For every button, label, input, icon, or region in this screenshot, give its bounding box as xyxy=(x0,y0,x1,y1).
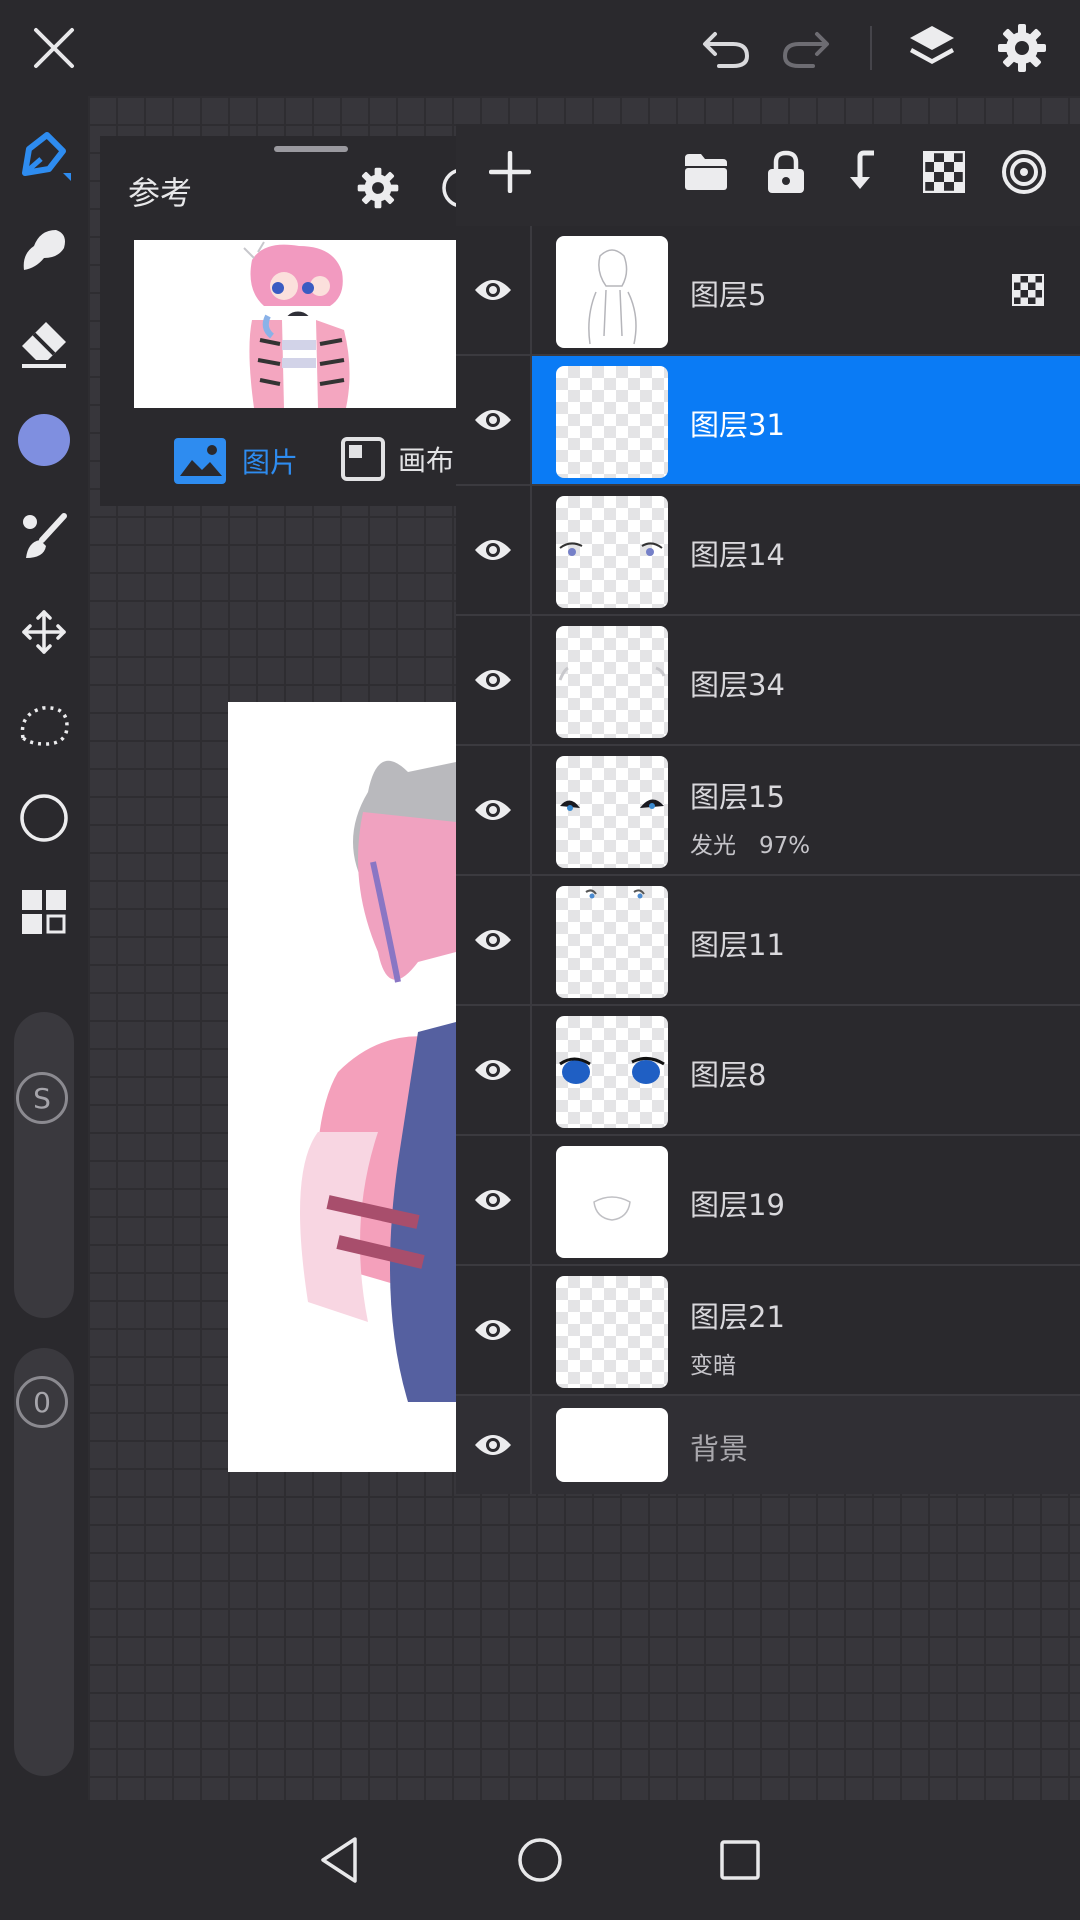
reference-tab-canvas[interactable]: 画布 xyxy=(340,436,454,482)
visibility-eye-icon[interactable] xyxy=(456,746,532,874)
layer-name: 图层34 xyxy=(690,668,785,702)
system-navigation-bar xyxy=(0,1800,1080,1920)
layer-thumbnail xyxy=(556,1276,668,1388)
lock-icon[interactable] xyxy=(754,140,818,204)
transparency-checker-icon[interactable] xyxy=(912,140,976,204)
folder-icon[interactable] xyxy=(674,140,738,204)
artwork-canvas-image[interactable] xyxy=(228,702,456,1472)
reference-settings-gear-icon[interactable] xyxy=(356,166,400,210)
reference-tab-canvas-label: 画布 xyxy=(398,444,455,477)
visibility-eye-icon[interactable] xyxy=(456,1006,532,1134)
layer-clipping-checker-icon[interactable] xyxy=(1012,274,1044,306)
undo-icon[interactable] xyxy=(692,14,760,82)
layer-row-selected[interactable]: 图层31 xyxy=(456,356,1080,486)
eraser-tool-icon[interactable] xyxy=(10,310,78,378)
smudge-tool-icon[interactable] xyxy=(10,216,78,284)
toolbar-divider xyxy=(870,26,872,70)
settings-gear-icon[interactable] xyxy=(988,14,1056,82)
layer-row[interactable]: 图层19 xyxy=(456,1136,1080,1266)
layer-thumbnail xyxy=(556,236,668,348)
reference-panel-drag-handle[interactable] xyxy=(274,146,348,152)
layer-thumbnail xyxy=(556,1016,668,1128)
reference-extra-icon[interactable] xyxy=(440,166,456,210)
color-picker-swatch[interactable] xyxy=(10,406,78,474)
layer-thumbnail xyxy=(556,886,668,998)
redo-icon[interactable] xyxy=(772,14,840,82)
layers-icon[interactable] xyxy=(898,14,966,82)
top-bar xyxy=(0,0,1080,96)
merge-down-icon[interactable] xyxy=(832,140,896,204)
layer-name: 图层14 xyxy=(690,538,785,572)
nav-recents-icon[interactable] xyxy=(706,1826,774,1894)
reference-tab-image[interactable]: 图片 xyxy=(172,436,298,486)
layer-thumbnail xyxy=(556,1146,668,1258)
image-icon xyxy=(174,438,226,484)
visibility-eye-icon[interactable] xyxy=(456,876,532,1004)
layer-row[interactable]: 图层14 xyxy=(456,486,1080,616)
lasso-select-tool-icon[interactable] xyxy=(10,692,78,760)
layer-thumbnail xyxy=(556,1408,668,1482)
left-toolbar: S 0 xyxy=(0,96,88,1800)
shape-circle-tool-icon[interactable] xyxy=(10,784,78,852)
layer-name: 图层19 xyxy=(690,1188,785,1222)
brush-size-knob[interactable]: S xyxy=(16,1072,68,1124)
visibility-eye-icon[interactable] xyxy=(456,226,532,354)
move-tool-icon[interactable] xyxy=(10,598,78,666)
canvas-icon xyxy=(341,437,385,481)
brush-size-slider[interactable] xyxy=(14,1012,74,1318)
visibility-eye-icon[interactable] xyxy=(456,1396,532,1494)
layer-row[interactable]: 图层8 xyxy=(456,1006,1080,1136)
close-icon[interactable] xyxy=(20,14,88,82)
reference-tab-image-label: 图片 xyxy=(242,446,299,479)
pen-tool-icon[interactable] xyxy=(10,122,78,190)
layer-name: 图层5 xyxy=(690,278,767,312)
blend-target-icon[interactable] xyxy=(992,140,1056,204)
nav-home-icon[interactable] xyxy=(506,1826,574,1894)
layer-name: 图层11 xyxy=(690,928,785,962)
layer-name: 图层21 xyxy=(690,1300,785,1334)
layer-thumbnail xyxy=(556,756,668,868)
layer-name: 图层8 xyxy=(690,1058,767,1092)
layer-name: 图层31 xyxy=(690,408,785,442)
layer-name: 背景 xyxy=(690,1432,749,1466)
layer-blend-mode: 发光 97% xyxy=(690,833,811,859)
layer-row[interactable]: 图层34 xyxy=(456,616,1080,746)
layer-row[interactable]: 图层11 xyxy=(456,876,1080,1006)
layer-row[interactable]: 图层5 xyxy=(456,226,1080,356)
layer-thumbnail xyxy=(556,496,668,608)
reference-panel-title: 参考 xyxy=(128,174,193,212)
layers-toolbar xyxy=(456,124,1080,226)
visibility-eye-icon[interactable] xyxy=(456,356,532,484)
visibility-eye-icon[interactable] xyxy=(456,486,532,614)
nav-back-icon[interactable] xyxy=(306,1826,374,1894)
visibility-eye-icon[interactable] xyxy=(456,1136,532,1264)
grid-material-tool-icon[interactable] xyxy=(10,878,78,946)
layer-thumbnail xyxy=(556,626,668,738)
visibility-eye-icon[interactable] xyxy=(456,1266,532,1394)
layer-row[interactable]: 图层15 发光 97% xyxy=(456,746,1080,876)
layer-row-background[interactable]: 背景 xyxy=(456,1396,1080,1494)
visibility-eye-icon[interactable] xyxy=(456,616,532,744)
layer-thumbnail xyxy=(556,366,668,478)
layer-name: 图层15 xyxy=(690,780,785,814)
layer-row[interactable]: 图层21 变暗 xyxy=(456,1266,1080,1396)
add-layer-icon[interactable] xyxy=(478,140,542,204)
fill-brush-tool-icon[interactable] xyxy=(10,502,78,570)
layer-blend-mode: 变暗 xyxy=(690,1353,736,1379)
opacity-knob[interactable]: 0 xyxy=(16,1376,68,1428)
reference-image-preview[interactable] xyxy=(134,240,456,408)
